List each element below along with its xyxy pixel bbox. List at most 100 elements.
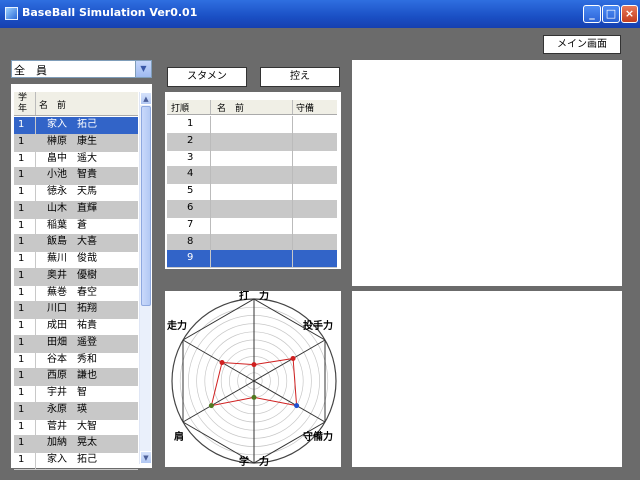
radar-label: 学 力 <box>239 455 269 467</box>
roster-grade: 1 <box>18 303 25 315</box>
close-icon[interactable]: × <box>621 5 638 23</box>
roster-grade: 1 <box>18 387 25 398</box>
roster-grade: 1 <box>18 186 25 197</box>
batting-order: 3 <box>187 151 194 163</box>
roster-row[interactable]: 1 蕪巻 春空 <box>14 284 138 303</box>
player-info-panel <box>352 60 622 286</box>
radar-label: 打 力 <box>239 291 269 302</box>
lineup-row[interactable]: 4 <box>167 166 337 185</box>
roster-name: 川口 拓翔 <box>47 303 97 315</box>
roster-grade: 1 <box>18 253 25 264</box>
radar-point <box>251 362 257 368</box>
roster-row[interactable]: 1 田畑 遥登 <box>14 334 138 353</box>
roster-name: 加納 晃太 <box>47 437 97 449</box>
roster-row[interactable]: 1 永原 瑛 <box>14 401 138 420</box>
roster-name: 徳永 天馬 <box>47 186 97 197</box>
scroll-down-icon[interactable]: ▼ <box>140 451 152 464</box>
radar-axis <box>253 380 326 423</box>
roster-name: 成田 祐貴 <box>47 320 97 331</box>
roster-name: 蕪川 俊哉 <box>47 253 97 264</box>
batting-order: 4 <box>187 168 194 180</box>
roster-row[interactable]: 1 家入 拓己 <box>14 117 138 135</box>
scroll-thumb[interactable] <box>141 106 151 306</box>
filter-value: 全 員 <box>14 64 47 77</box>
roster-grade: 1 <box>18 336 25 348</box>
name-header: 名 前 <box>39 101 67 111</box>
roster-row[interactable]: 1 徳永 天馬 <box>14 184 138 202</box>
lineup-row[interactable]: 1 <box>167 116 337 134</box>
batting-order: 5 <box>187 185 194 197</box>
roster-row[interactable]: 1 菅井 大智 <box>14 418 138 437</box>
roster-grade: 1 <box>18 119 25 130</box>
tab-bench[interactable]: 控え <box>260 67 340 87</box>
roster-name: 宇井 智 <box>47 387 87 398</box>
radar-point <box>290 355 296 361</box>
lineup-row[interactable]: 8 <box>167 233 337 252</box>
roster-row[interactable]: 1 西原 謙也 <box>14 368 138 387</box>
lineup-row[interactable]: 2 <box>167 132 337 151</box>
roster-row[interactable]: 1 小池 智貴 <box>14 167 138 186</box>
batting-order: 9 <box>187 252 194 264</box>
lineup-header: 打順 名 前 守備 <box>167 100 337 115</box>
roster-row[interactable]: 1 谷本 秀和 <box>14 351 138 370</box>
roster-row[interactable]: 1 稲葉 蒼 <box>14 217 138 236</box>
maximize-icon[interactable]: □ <box>602 5 620 23</box>
minimize-icon[interactable]: _ <box>583 5 601 23</box>
roster-row[interactable]: 1 奥井 優樹 <box>14 267 138 286</box>
lineup-row[interactable]: 7 <box>167 216 337 235</box>
lineup-row[interactable]: 3 <box>167 149 337 168</box>
roster-name: 谷本 秀和 <box>47 353 97 365</box>
filter-select[interactable]: 全 員 ▼ <box>11 60 152 78</box>
radar-label: 守備力 <box>303 430 333 443</box>
roster-name: 畠中 遥大 <box>47 152 97 164</box>
roster-grade: 1 <box>18 437 25 449</box>
roster-row[interactable]: 1 飯島 大喜 <box>14 234 138 253</box>
roster-grade: 1 <box>18 219 25 231</box>
roster-row[interactable]: 1 蕪川 俊哉 <box>14 251 138 269</box>
roster-grade: 1 <box>18 169 25 181</box>
scroll-up-icon[interactable]: ▲ <box>140 92 152 105</box>
roster-row[interactable]: 1 榊原 康生 <box>14 133 138 152</box>
order-header: 打順 <box>171 104 190 114</box>
lineup-row[interactable]: 5 <box>167 183 337 202</box>
radar-label: 肩 <box>174 430 184 443</box>
radar-axis <box>182 380 255 423</box>
batting-order: 2 <box>187 134 194 146</box>
roster-grade: 1 <box>18 353 25 365</box>
roster-header: 学年 名 前 <box>14 92 138 116</box>
tab-starters[interactable]: スタメン <box>167 67 247 87</box>
radar-axis <box>253 339 326 382</box>
roster-name: 奥井 優樹 <box>47 269 97 281</box>
roster-row[interactable]: 1 畠中 遥大 <box>14 150 138 169</box>
roster-grade: 1 <box>18 320 25 331</box>
roster-name: 田畑 遥登 <box>47 336 97 348</box>
roster-row[interactable]: 1 宇井 智 <box>14 385 138 403</box>
roster-scrollbar[interactable]: ▲ ▼ <box>139 92 152 464</box>
lineup-table[interactable]: 打順 名 前 守備 1 2 3 4 5 6 7 8 9 <box>165 92 341 269</box>
batting-order: 6 <box>187 202 194 213</box>
radar-point <box>208 403 214 409</box>
roster-row[interactable]: 1 家入 拓己 <box>14 452 138 470</box>
chevron-down-icon[interactable]: ▼ <box>135 61 151 77</box>
window-title: BaseBall Simulation Ver0.01 <box>22 6 198 19</box>
roster-name: 蕪巻 春空 <box>47 286 97 298</box>
roster-name: 山木 直輝 <box>47 202 97 214</box>
title-bar[interactable]: BaseBall Simulation Ver0.01 _ □ × <box>0 0 640 28</box>
roster-grade: 1 <box>18 202 25 214</box>
batting-order: 8 <box>187 235 194 247</box>
roster-name: 小池 智貴 <box>47 169 97 181</box>
roster-grade: 1 <box>18 286 25 298</box>
lineup-name-header: 名 前 <box>217 104 245 114</box>
roster-name: 家入 拓己 <box>47 454 97 465</box>
lineup-row[interactable]: 6 <box>167 200 337 218</box>
lineup-row[interactable]: 9 <box>167 250 337 269</box>
roster-row[interactable]: 1 成田 祐貴 <box>14 318 138 336</box>
roster-row[interactable]: 1 加納 晃太 <box>14 435 138 454</box>
roster-row[interactable]: 1 川口 拓翔 <box>14 301 138 320</box>
roster-grade: 1 <box>18 152 25 164</box>
roster-list[interactable]: 学年 名 前 1 家入 拓己 1 榊原 康生 1 畠中 遥大 1 小池 智貴 1 徳永 天馬 1 山木… <box>11 84 152 470</box>
roster-row[interactable]: 1 山木 直輝 <box>14 200 138 219</box>
app-icon[interactable] <box>5 7 18 20</box>
radar-point <box>294 403 300 409</box>
main-menu-button[interactable]: メイン画面 <box>543 35 621 54</box>
